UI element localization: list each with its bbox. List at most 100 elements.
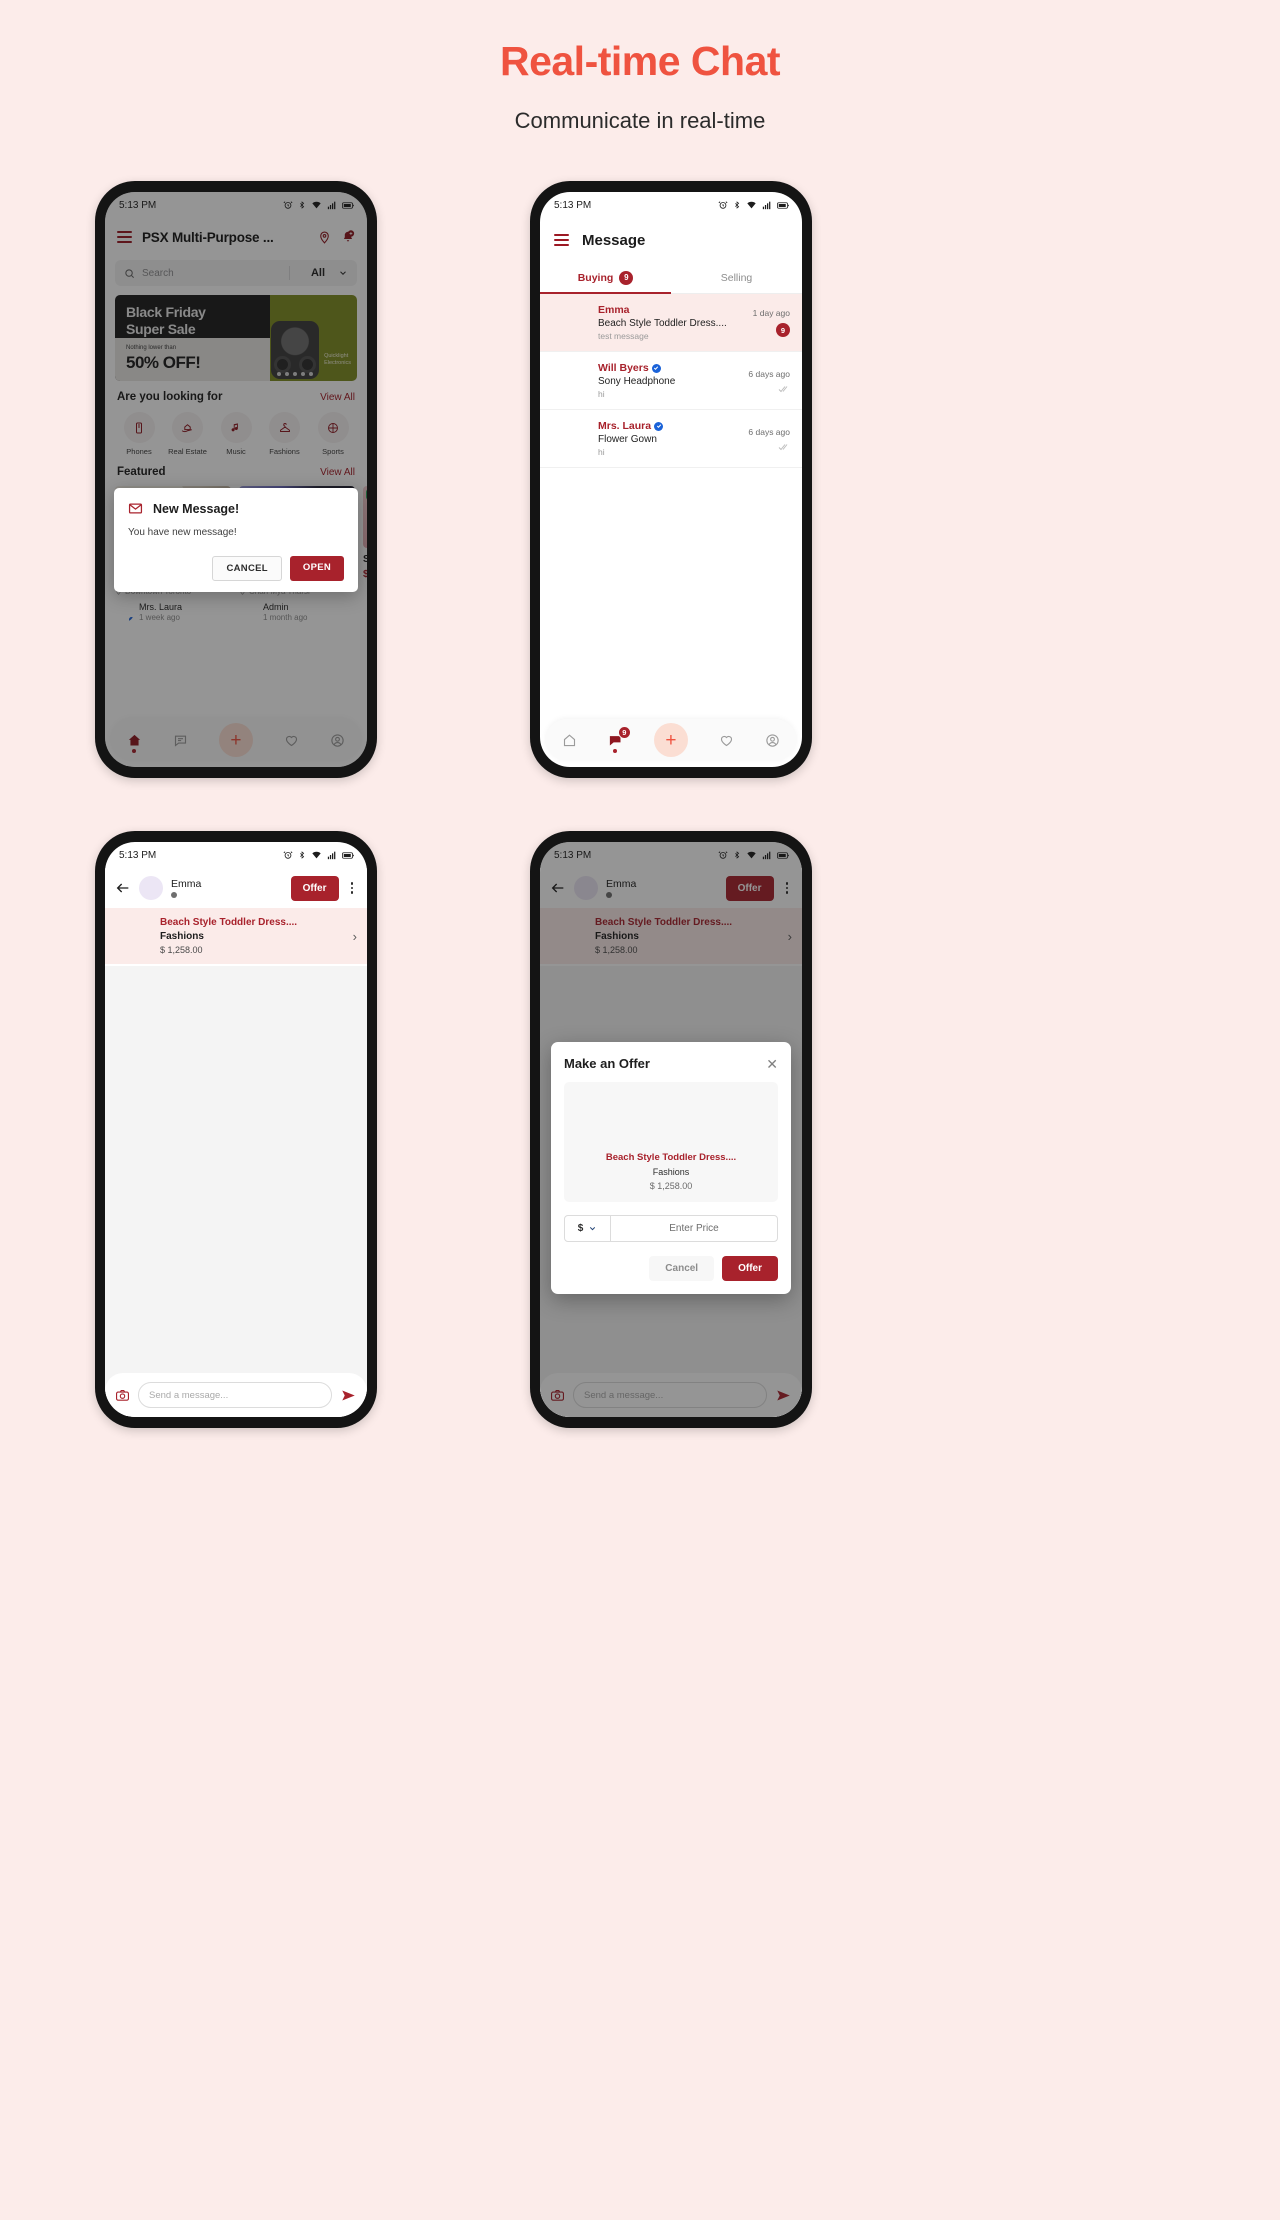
status-icons [283, 850, 355, 860]
list-item[interactable]: Mrs. Laura Flower Gown hi 6 days ago [540, 410, 802, 468]
battery-icon [342, 851, 354, 859]
avatar [139, 876, 163, 900]
offer-price-row: $ Enter Price [564, 1215, 778, 1242]
offer-product-card: Beach Style Toddler Dress.... Fashions $… [564, 1082, 778, 1202]
chat-product-bar[interactable]: Beach Style Toddler Dress.... Fashions $… [105, 908, 367, 964]
product-info: Beach Style Toddler Dress.... Fashions $… [160, 917, 344, 955]
screen-message-list: 5:13 PM Message Buying 9 Selling Emma Be… [540, 192, 802, 767]
page-title: Message [582, 231, 646, 249]
chat-message-area [105, 966, 367, 1417]
currency-select[interactable]: $ [565, 1216, 611, 1241]
offer-button[interactable]: Offer [290, 875, 339, 901]
thread-time: 6 days ago [748, 426, 790, 437]
page-subtitle: Communicate in real-time [514, 108, 766, 133]
thread-meta: 6 days ago [748, 369, 790, 393]
unread-badge: 9 [776, 323, 790, 337]
thread-meta: 1 day ago 9 [753, 308, 790, 337]
chevron-down-icon [590, 1227, 596, 1231]
thread-preview: hi [598, 389, 605, 399]
thread-preview: test message [598, 331, 649, 341]
product-category: Fashions [160, 931, 204, 942]
list-item[interactable]: Emma Beach Style Toddler Dress.... test … [540, 294, 802, 352]
screen-home: 5:13 PM PSX Multi-Purpose ... Search All… [105, 192, 367, 767]
menu-icon[interactable] [554, 234, 569, 246]
thread-name: Mrs. Laura [598, 420, 738, 432]
status-time: 5:13 PM [119, 849, 157, 861]
bluetooth-icon [300, 851, 305, 859]
thread-time: 1 day ago [752, 308, 790, 318]
account-icon [766, 733, 780, 747]
home-icon [563, 733, 575, 746]
thread-time: 6 days ago [748, 368, 790, 379]
cancel-button[interactable]: Cancel [649, 1256, 715, 1281]
online-status-dot [171, 892, 177, 898]
thread-text: Will Byers Sony Headphone hi [598, 362, 738, 399]
tab-label: Buying [577, 271, 614, 284]
tab-badge: 9 [619, 270, 634, 285]
alarm-icon [283, 851, 293, 859]
phone-mockup-home: 5:13 PM PSX Multi-Purpose ... Search All… [95, 181, 377, 778]
status-bar: 5:13 PM [540, 192, 802, 218]
chat-app-bar: Emma Offer [105, 868, 367, 908]
thread-list: Emma Beach Style Toddler Dress.... test … [540, 294, 802, 468]
message-input[interactable]: Send a message... [138, 1382, 332, 1408]
list-item[interactable]: Will Byers Sony Headphone hi 6 days ago [540, 352, 802, 410]
alarm-icon [718, 201, 728, 209]
product-thumbnail [115, 922, 151, 950]
signal-icon [762, 201, 771, 210]
tab-selling[interactable]: Selling [671, 262, 802, 293]
modal-title: Make an Offer [564, 1056, 650, 1071]
cancel-button[interactable]: CANCEL [212, 556, 282, 581]
modal-actions: Cancel Offer [564, 1256, 778, 1281]
product-title: Beach Style Toddler Dress.... [160, 917, 298, 928]
modal-overlay[interactable] [105, 192, 367, 767]
thread-text: Emma Beach Style Toddler Dress.... test … [598, 304, 743, 341]
page-root: Real-time Chat Communicate in real-time … [0, 0, 1280, 2220]
nav-messages[interactable]: 9 [608, 725, 631, 753]
currency-value: $ [577, 1223, 584, 1234]
thread-product: Beach Style Toddler Dress.... [598, 318, 727, 329]
nav-home[interactable] [562, 733, 577, 748]
signal-icon [327, 851, 336, 860]
back-arrow-icon[interactable] [115, 880, 131, 896]
nav-add-button[interactable]: + [653, 723, 688, 757]
avatar [552, 421, 588, 457]
thread-product: Flower Gown [598, 434, 657, 445]
wifi-icon [312, 851, 321, 859]
message-placeholder: Send a message... [149, 1389, 229, 1401]
wifi-icon [747, 201, 756, 209]
close-icon[interactable]: ✕ [766, 1057, 778, 1071]
contact-info: Emma [171, 878, 201, 898]
thread-name: Will Byers [598, 362, 738, 374]
nav-favorites[interactable] [719, 733, 734, 748]
status-time: 5:13 PM [554, 199, 592, 211]
dialog-actions: CANCEL OPEN [128, 556, 344, 581]
avatar [552, 363, 588, 399]
phone-mockup-chat: 5:13 PM Emma Offer Beach Style Toddler D… [95, 831, 377, 1428]
more-options-icon[interactable] [347, 882, 358, 894]
product-image [646, 1093, 697, 1144]
read-receipt-icon [748, 443, 790, 451]
tab-label: Selling [720, 271, 753, 284]
chevron-right-icon[interactable]: › [353, 929, 357, 944]
verified-icon [654, 421, 664, 431]
phone-mockup-message-list: 5:13 PM Message Buying 9 Selling Emma Be… [530, 181, 812, 778]
modal-header: Make an Offer ✕ [564, 1056, 778, 1071]
send-icon[interactable] [340, 1388, 357, 1403]
new-message-dialog: New Message! You have new message! CANCE… [114, 488, 358, 592]
contact-name: Emma [171, 878, 202, 890]
submit-offer-button[interactable]: Offer [722, 1256, 778, 1281]
product-category: Fashions [652, 1167, 690, 1177]
price-input[interactable]: Enter Price [611, 1216, 777, 1241]
thread-name: Emma [598, 304, 630, 316]
tab-bar: Buying 9 Selling [540, 262, 802, 294]
chat-input-bar: Send a message... [105, 1373, 367, 1417]
tab-buying[interactable]: Buying 9 [540, 262, 671, 294]
phone-mockup-make-offer: 5:13 PM Emma Offer Beach Style Toddler D… [530, 831, 812, 1428]
thread-preview: hi [598, 447, 605, 457]
nav-profile[interactable] [765, 733, 780, 748]
bluetooth-icon [735, 201, 740, 209]
open-button[interactable]: OPEN [289, 556, 344, 581]
camera-icon[interactable] [115, 1388, 130, 1403]
thread-meta: 6 days ago [748, 427, 790, 451]
